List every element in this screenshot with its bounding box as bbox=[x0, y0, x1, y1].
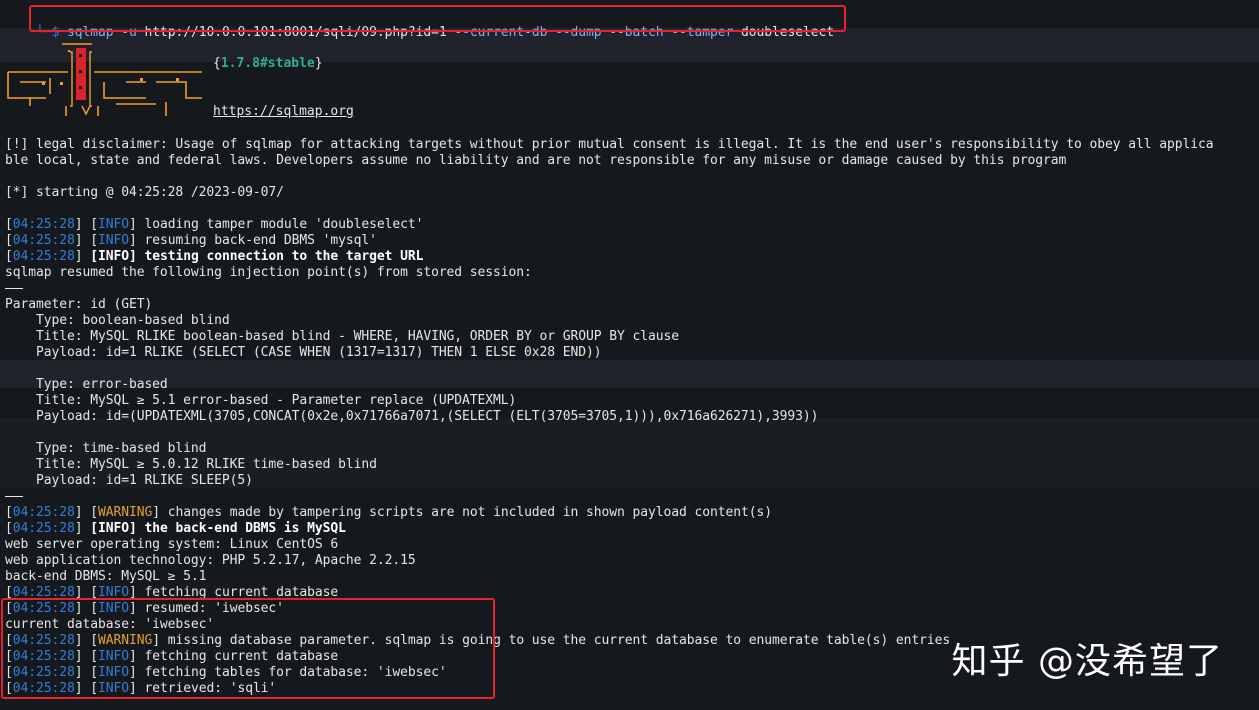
background-devtools-bar bbox=[0, 360, 1259, 388]
separator bbox=[5, 288, 23, 289]
result-highlight-box bbox=[1, 598, 495, 699]
log-line: [04:25:28] [INFO] resuming back-end DBMS… bbox=[5, 233, 377, 248]
sqlmap-logo-icon bbox=[7, 43, 202, 116]
injection-title: Title: MySQL RLIKE boolean-based blind -… bbox=[5, 329, 679, 344]
injection-type: Type: error-based bbox=[5, 377, 168, 392]
starting-line: [*] starting @ 04:25:28 /2023-09-07/ bbox=[5, 185, 284, 200]
injection-type: Type: time-based blind bbox=[5, 441, 207, 456]
injection-title: Title: MySQL ≥ 5.1 error-based - Paramet… bbox=[5, 393, 517, 408]
injection-type: Type: boolean-based blind bbox=[5, 313, 230, 328]
log-line: [04:25:28] [INFO] the back-end DBMS is M… bbox=[5, 521, 346, 536]
disclaimer-line-1: [!] legal disclaimer: Usage of sqlmap fo… bbox=[5, 137, 1214, 152]
disclaimer-line-2: ble local, state and federal laws. Devel… bbox=[5, 153, 1067, 168]
injection-title: Title: MySQL ≥ 5.0.12 RLIKE time-based b… bbox=[5, 457, 377, 472]
injection-payload: Payload: id=(UPDATEXML(3705,CONCAT(0x2e,… bbox=[5, 409, 819, 424]
resumed-points-line: sqlmap resumed the following injection p… bbox=[5, 265, 532, 280]
terminal-window[interactable]: └─$ sqlmap -u http://10.0.0.101:8001/sql… bbox=[0, 0, 1259, 710]
watermark: 知乎 @没希望了 bbox=[951, 641, 1223, 682]
log-line: [04:25:28] [INFO] loading tamper module … bbox=[5, 217, 424, 232]
env-dbms-line: back-end DBMS: MySQL ≥ 5.1 bbox=[5, 569, 207, 584]
sqlmap-site-link[interactable]: https://sqlmap.org bbox=[213, 104, 354, 120]
log-line: [04:25:28] [INFO] testing connection to … bbox=[5, 249, 424, 264]
separator bbox=[5, 496, 23, 497]
parameter-line: Parameter: id (GET) bbox=[5, 297, 153, 312]
env-os-line: web server operating system: Linux CentO… bbox=[5, 537, 339, 552]
command-highlight-box bbox=[29, 5, 846, 32]
env-tech-line: web application technology: PHP 5.2.17, … bbox=[5, 553, 416, 568]
sqlmap-version: {1.7.8#stable} bbox=[213, 56, 323, 71]
injection-payload: Payload: id=1 RLIKE SLEEP(5) bbox=[5, 473, 253, 488]
injection-payload: Payload: id=1 RLIKE (SELECT (CASE WHEN (… bbox=[5, 345, 602, 360]
log-line: [04:25:28] [WARNING] changes made by tam… bbox=[5, 505, 772, 520]
